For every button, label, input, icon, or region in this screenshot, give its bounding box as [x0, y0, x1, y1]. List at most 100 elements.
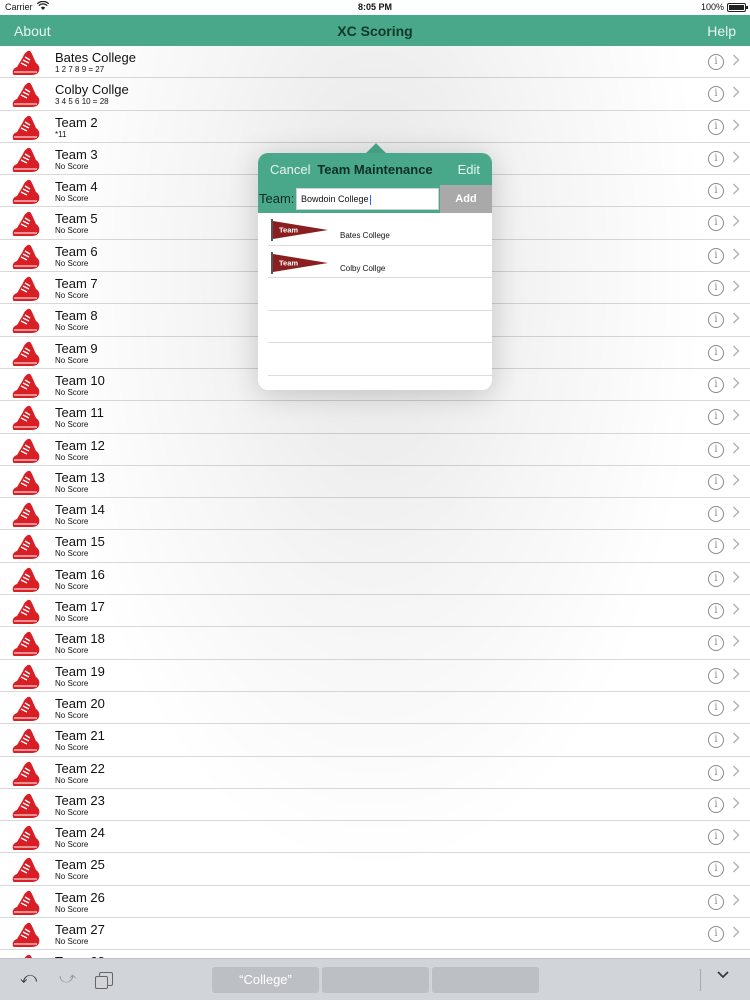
paste-icon[interactable] [95, 972, 113, 989]
chevron-right-icon[interactable] [732, 861, 740, 876]
info-icon[interactable]: i [708, 699, 724, 716]
chevron-right-icon[interactable] [732, 765, 740, 780]
running-shoe-icon [11, 823, 41, 851]
chevron-right-icon[interactable] [732, 635, 740, 650]
list-item[interactable]: Team Bates College [268, 213, 492, 246]
chevron-right-icon[interactable] [732, 409, 740, 424]
table-row[interactable]: Team 25 No Score i [0, 853, 750, 886]
battery-icon [727, 3, 748, 12]
info-icon[interactable]: i [708, 796, 724, 813]
table-row[interactable]: Team 26 No Score i [0, 886, 750, 919]
chevron-right-icon[interactable] [732, 54, 740, 69]
table-row[interactable]: Colby Collge 3 4 5 6 10 = 28 i [0, 78, 750, 111]
info-icon[interactable]: i [708, 893, 724, 910]
info-icon[interactable]: i [708, 54, 724, 70]
info-icon[interactable]: i [708, 764, 724, 781]
chevron-right-icon[interactable] [732, 474, 740, 489]
chevron-right-icon[interactable] [732, 700, 740, 715]
info-icon[interactable]: i [708, 473, 724, 490]
redo-icon[interactable]: ⤻ [59, 970, 76, 988]
chevron-right-icon[interactable] [732, 571, 740, 586]
info-icon[interactable]: i [708, 247, 724, 264]
chevron-right-icon[interactable] [732, 797, 740, 812]
page-title: XC Scoring [337, 23, 413, 39]
info-icon[interactable]: i [708, 183, 724, 200]
info-icon[interactable]: i [708, 86, 724, 103]
info-icon[interactable]: i [708, 861, 724, 878]
table-row[interactable]: Team 27 No Score i [0, 918, 750, 951]
chevron-right-icon[interactable] [732, 345, 740, 360]
info-icon[interactable]: i [708, 506, 724, 523]
info-icon[interactable]: i [708, 150, 724, 167]
info-icon[interactable]: i [708, 603, 724, 620]
chevron-right-icon[interactable] [732, 894, 740, 909]
table-row[interactable]: Team 12 No Score i [0, 434, 750, 466]
table-row[interactable]: Team 20 No Score i [0, 692, 750, 725]
chevron-right-icon[interactable] [732, 248, 740, 263]
table-row[interactable]: Team 24 No Score i [0, 821, 750, 854]
chevron-right-icon[interactable] [732, 732, 740, 747]
table-row[interactable]: Team 21 No Score i [0, 724, 750, 757]
chevron-right-icon[interactable] [732, 86, 740, 101]
undo-icon[interactable]: ⤺ [20, 970, 37, 988]
chevron-down-icon[interactable] [716, 968, 730, 987]
info-icon[interactable]: i [708, 280, 724, 297]
table-row[interactable]: Team 28i [0, 950, 750, 958]
chevron-right-icon[interactable] [732, 538, 740, 553]
chevron-right-icon[interactable] [732, 183, 740, 198]
info-icon[interactable]: i [708, 118, 724, 135]
table-row[interactable]: Team 19 No Score i [0, 660, 750, 692]
info-icon[interactable]: i [708, 538, 724, 555]
suggestion-1[interactable]: “College” [212, 967, 319, 993]
info-icon[interactable]: i [708, 312, 724, 329]
team-maintenance-list: Team Bates College Team Colby Collge [258, 213, 492, 390]
chevron-right-icon[interactable] [732, 506, 740, 521]
chevron-right-icon[interactable] [732, 829, 740, 844]
info-icon[interactable]: i [708, 441, 724, 458]
chevron-right-icon[interactable] [732, 280, 740, 295]
table-row[interactable]: Team 13 No Score i [0, 466, 750, 499]
chevron-right-icon[interactable] [732, 442, 740, 457]
list-item[interactable]: Team Colby Collge [268, 246, 492, 278]
suggestion-2[interactable] [322, 967, 429, 993]
team-score: *11 [55, 129, 67, 139]
help-button[interactable]: Help [707, 23, 736, 39]
table-row[interactable]: Team 22 No Score i [0, 757, 750, 789]
table-row[interactable]: Team 2 *11 i [0, 111, 750, 143]
table-row[interactable]: Team 15 No Score i [0, 530, 750, 563]
suggestion-3[interactable] [432, 967, 539, 993]
team-score: No Score [55, 646, 89, 656]
info-icon[interactable]: i [708, 215, 724, 232]
info-icon[interactable]: i [708, 409, 724, 426]
info-icon[interactable]: i [708, 829, 724, 846]
edit-button[interactable]: Edit [458, 162, 480, 177]
info-icon[interactable]: i [708, 732, 724, 749]
chevron-right-icon[interactable] [732, 603, 740, 618]
info-icon[interactable]: i [708, 667, 724, 684]
table-row[interactable]: Bates College 1 2 7 8 9 = 27 i [0, 46, 750, 79]
table-row[interactable]: Team 18 No Score i [0, 627, 750, 660]
team-name: Team 24 [55, 825, 105, 841]
running-shoe-icon [11, 177, 41, 205]
team-name: Team 27 [55, 922, 105, 938]
chevron-right-icon[interactable] [732, 926, 740, 941]
chevron-right-icon[interactable] [732, 215, 740, 230]
chevron-right-icon[interactable] [732, 377, 740, 392]
chevron-right-icon[interactable] [732, 119, 740, 134]
chevron-right-icon[interactable] [732, 312, 740, 327]
add-button[interactable]: Add [440, 185, 492, 213]
info-icon[interactable]: i [708, 926, 724, 943]
info-icon[interactable]: i [708, 344, 724, 361]
table-row[interactable]: Team 16 No Score i [0, 563, 750, 596]
info-icon[interactable]: i [708, 376, 724, 393]
table-row[interactable]: Team 14 No Score i [0, 498, 750, 531]
info-icon[interactable]: i [708, 570, 724, 587]
chevron-right-icon[interactable] [732, 151, 740, 166]
team-score: No Score [55, 904, 89, 914]
table-row[interactable]: Team 17 No Score i [0, 595, 750, 628]
table-row[interactable]: Team 11 No Score i [0, 401, 750, 434]
team-name-input[interactable]: Bowdoin College [296, 188, 439, 210]
chevron-right-icon[interactable] [732, 668, 740, 683]
table-row[interactable]: Team 23 No Score i [0, 789, 750, 822]
info-icon[interactable]: i [708, 635, 724, 652]
